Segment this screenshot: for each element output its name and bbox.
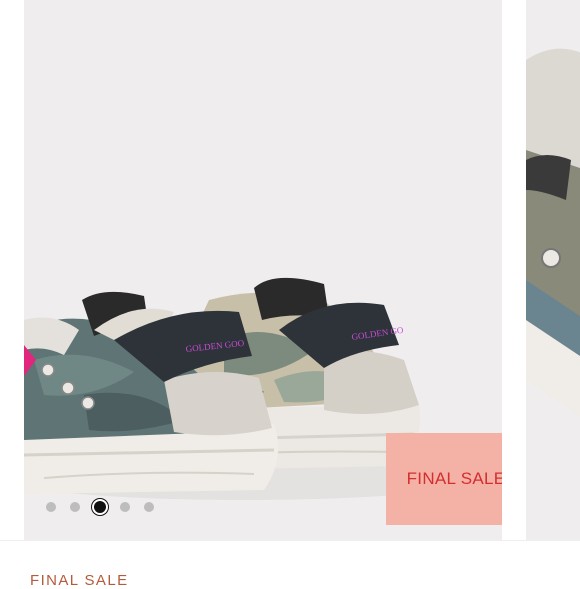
carousel-dot-1[interactable] xyxy=(46,502,56,512)
final-sale-badge-label: FINAL SALE xyxy=(406,469,502,488)
product-photo-next-peek[interactable] xyxy=(526,0,580,540)
product-photo-current[interactable]: GOLDEN GO GOLDEN GOO FINAL SALE xyxy=(24,0,502,540)
section-divider xyxy=(0,540,580,541)
carousel-dot-2[interactable] xyxy=(70,502,80,512)
carousel-pagination xyxy=(46,497,154,517)
carousel-dot-4[interactable] xyxy=(120,502,130,512)
carousel-dot-3-active[interactable] xyxy=(94,501,106,513)
sneaker-photo-peek xyxy=(526,48,580,416)
product-image-carousel[interactable]: GOLDEN GO GOLDEN GOO FINAL SALE xyxy=(0,0,580,540)
carousel-dot-5[interactable] xyxy=(144,502,154,512)
final-sale-badge: FINAL SALE xyxy=(386,433,502,525)
left-sneaker: GOLDEN GOO xyxy=(24,291,279,494)
final-sale-heading: FINAL SALE xyxy=(30,572,129,589)
